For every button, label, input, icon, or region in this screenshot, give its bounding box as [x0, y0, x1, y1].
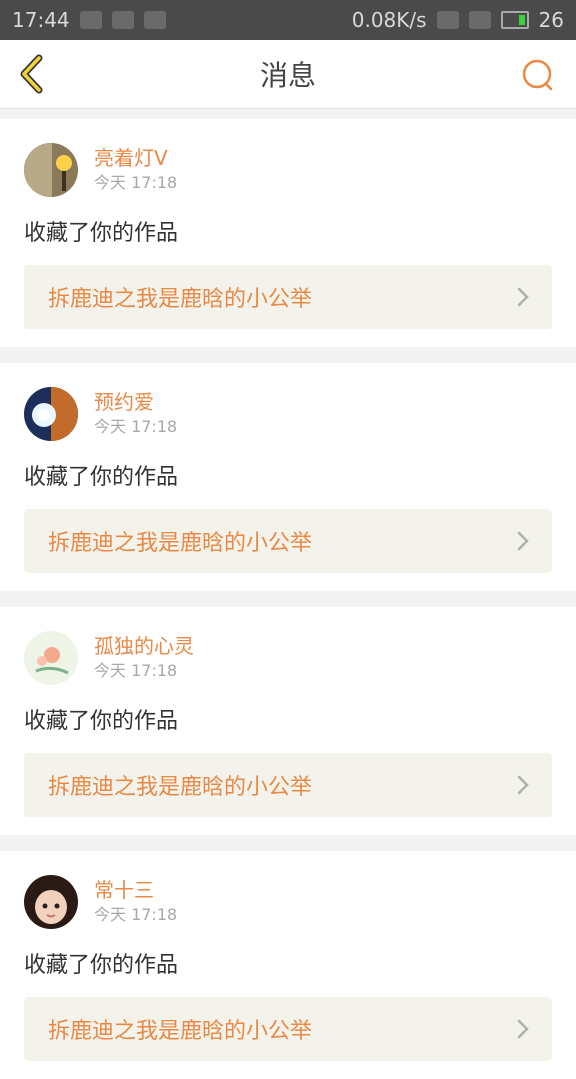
chevron-right-icon [517, 287, 529, 307]
signal-icon [468, 11, 491, 29]
light-burst-avatar-icon [24, 387, 78, 441]
message-card: 孤独的心灵 今天 17:18 收藏了你的作品 拆鹿迪之我是鹿晗的小公举 [0, 607, 576, 835]
child-face-avatar-icon [24, 875, 78, 929]
chevron-right-icon [517, 1019, 529, 1039]
avatar[interactable] [24, 875, 78, 929]
header-bar: 消息 [0, 40, 576, 109]
work-link[interactable]: 拆鹿迪之我是鹿晗的小公举 [24, 997, 552, 1061]
wifi-icon [436, 11, 459, 29]
search-icon [522, 59, 553, 91]
lamp-avatar-icon [24, 143, 78, 197]
username[interactable]: 常十三 [94, 877, 177, 903]
work-link[interactable]: 拆鹿迪之我是鹿晗的小公举 [24, 509, 552, 573]
avatar[interactable] [24, 631, 78, 685]
flower-avatar-icon [24, 631, 78, 685]
username[interactable]: 预约爱 [94, 389, 177, 415]
status-bar: 17:44 0.08K/s 26 [0, 0, 576, 40]
chat-icon [111, 11, 134, 29]
message-card: 常十三 今天 17:18 收藏了你的作品 拆鹿迪之我是鹿晗的小公举 [0, 851, 576, 1079]
work-title: 拆鹿迪之我是鹿晗的小公举 [48, 775, 313, 800]
timestamp: 今天 17:18 [94, 173, 178, 192]
search-button[interactable] [518, 56, 558, 96]
page-title: 消息 [259, 59, 316, 92]
message-card: 亮着灯V 今天 17:18 收藏了你的作品 拆鹿迪之我是鹿晗的小公举 [0, 119, 576, 347]
work-link[interactable]: 拆鹿迪之我是鹿晗的小公举 [24, 265, 552, 329]
work-title: 拆鹿迪之我是鹿晗的小公举 [48, 531, 313, 556]
action-text: 收藏了你的作品 [24, 465, 179, 490]
work-title: 拆鹿迪之我是鹿晗的小公举 [48, 1019, 313, 1044]
username[interactable]: 亮着灯V [94, 145, 177, 171]
work-link[interactable]: 拆鹿迪之我是鹿晗的小公举 [24, 753, 552, 817]
image-icon [143, 11, 166, 29]
action-text: 收藏了你的作品 [24, 709, 179, 734]
network-speed: 0.08K/s [351, 8, 427, 32]
action-text: 收藏了你的作品 [24, 953, 179, 978]
message-list: 亮着灯V 今天 17:18 收藏了你的作品 拆鹿迪之我是鹿晗的小公举 预约爱 今… [0, 109, 576, 1079]
message-card: 预约爱 今天 17:18 收藏了你的作品 拆鹿迪之我是鹿晗的小公举 [0, 363, 576, 591]
timestamp: 今天 17:18 [94, 661, 178, 680]
username[interactable]: 孤独的心灵 [94, 633, 194, 659]
timestamp: 今天 17:18 [94, 417, 178, 436]
status-time: 17:44 [12, 8, 70, 32]
action-text: 收藏了你的作品 [24, 221, 179, 246]
work-title: 拆鹿迪之我是鹿晗的小公举 [48, 287, 313, 312]
timestamp: 今天 17:18 [94, 905, 178, 924]
notification-icon [79, 11, 102, 29]
back-arrow-icon [20, 54, 43, 94]
battery-icon [500, 11, 529, 29]
chevron-right-icon [517, 531, 529, 551]
avatar[interactable] [24, 387, 78, 441]
battery-level: 26 [538, 8, 564, 32]
back-button[interactable] [12, 52, 56, 96]
chevron-right-icon [517, 775, 529, 795]
avatar[interactable] [24, 143, 78, 197]
